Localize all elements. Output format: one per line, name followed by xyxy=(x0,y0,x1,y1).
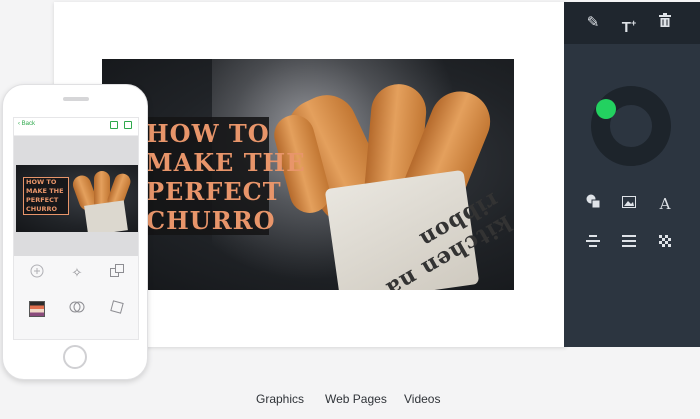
pencil-icon[interactable]: ✎ xyxy=(582,12,604,34)
share-icon[interactable] xyxy=(124,121,132,129)
align-justify-icon[interactable] xyxy=(618,232,640,254)
hero-title[interactable]: HOW TO MAKE THE PERFECT CHURRO xyxy=(144,119,306,235)
filter-icon[interactable] xyxy=(68,300,86,318)
color-wheel[interactable] xyxy=(591,86,671,166)
hero-title-line: HOW TO xyxy=(146,119,270,148)
layers-icon[interactable] xyxy=(108,264,126,282)
tool-panel: ✎ T+ A xyxy=(564,2,700,347)
hero-title-line: CHURRO xyxy=(146,206,276,235)
panel-toolbar: ✎ T+ xyxy=(564,2,700,44)
phone-title-line: CHURRO xyxy=(26,205,58,213)
shapes-icon[interactable] xyxy=(582,193,604,215)
text-icon[interactable]: A xyxy=(654,193,676,215)
tab-graphics[interactable]: Graphics xyxy=(256,392,304,406)
hero-title-line: PERFECT xyxy=(146,177,282,206)
category-tabs: Graphics Web Pages Videos xyxy=(0,392,700,414)
resize-icon[interactable] xyxy=(108,300,126,318)
save-icon[interactable] xyxy=(110,121,118,129)
add-icon[interactable] xyxy=(28,264,46,282)
churro-hero-image[interactable]: kitchen na ribbon HOW TO MAKE THE PERFEC… xyxy=(102,59,514,290)
newspaper-wrap xyxy=(84,200,128,232)
palette-swatch-icon[interactable] xyxy=(29,301,45,317)
tab-web-pages[interactable]: Web Pages xyxy=(325,392,387,406)
image-icon[interactable] xyxy=(618,193,640,215)
home-button[interactable] xyxy=(63,345,87,369)
add-text-icon[interactable]: T+ xyxy=(618,12,640,39)
back-button[interactable]: ‹ Back xyxy=(18,121,35,127)
align-center-icon[interactable] xyxy=(582,232,604,254)
phone-speaker xyxy=(63,97,89,101)
phone-screen: ‹ Back HOW TO MAKE THE PERFECT CHURRO ✧ xyxy=(13,117,139,340)
color-wheel-handle[interactable] xyxy=(596,99,616,119)
phone-title-overlay[interactable]: HOW TO MAKE THE PERFECT CHURRO xyxy=(23,177,69,215)
phone-tool-grid: ✧ xyxy=(14,256,138,339)
trash-icon[interactable] xyxy=(654,12,676,34)
marketing-showcase: kitchen na ribbon HOW TO MAKE THE PERFEC… xyxy=(0,0,700,419)
back-label: Back xyxy=(21,121,36,127)
phone-title-line: MAKE THE xyxy=(26,187,64,195)
phone-title-line: HOW TO xyxy=(26,178,57,186)
phone-app-bar: ‹ Back xyxy=(14,118,138,136)
hero-title-line: MAKE THE xyxy=(146,148,306,177)
tab-videos[interactable]: Videos xyxy=(404,392,440,406)
phone-hero-image[interactable]: HOW TO MAKE THE PERFECT CHURRO xyxy=(16,165,138,232)
magic-wand-icon[interactable]: ✧ xyxy=(68,264,86,282)
phone-mockup: ‹ Back HOW TO MAKE THE PERFECT CHURRO ✧ xyxy=(2,84,148,380)
phone-title-line: PERFECT xyxy=(26,196,59,204)
pattern-icon[interactable] xyxy=(654,232,676,254)
